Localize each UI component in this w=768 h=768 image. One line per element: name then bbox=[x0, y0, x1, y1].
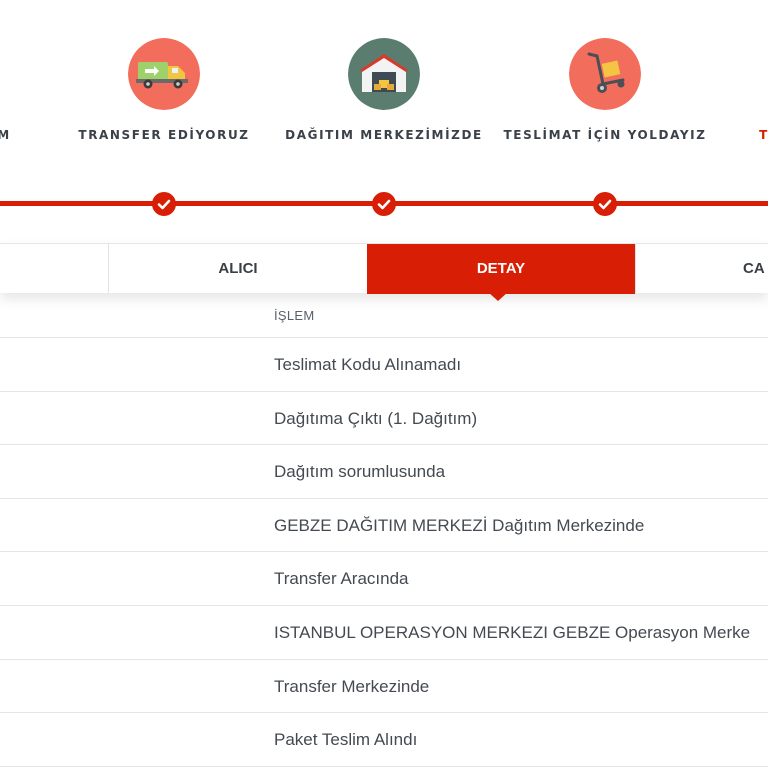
tab-detay[interactable]: DETAY bbox=[367, 244, 635, 294]
table-row: Paket Teslim Alındı bbox=[0, 713, 768, 767]
row-text: Transfer Merkezinde bbox=[274, 676, 430, 696]
row-text: Teslimat Kodu Alınamadı bbox=[274, 355, 462, 374]
warehouse-icon bbox=[348, 38, 420, 110]
truck-icon bbox=[128, 38, 200, 110]
step-label-3: TESLİMAT İÇİN YOLDAYIZ bbox=[503, 128, 707, 142]
step-label-0: M bbox=[0, 128, 11, 142]
tracking-history-table: İŞLEM Teslimat Kodu Alınamadı Dağıtıma Ç… bbox=[0, 293, 768, 767]
step-label-1: TRANSFER EDİYORUZ bbox=[78, 128, 250, 142]
table-header: İŞLEM bbox=[0, 293, 768, 338]
table-row: Dağıtıma Çıktı (1. Dağıtım) bbox=[0, 392, 768, 446]
table-row: Transfer Aracında bbox=[0, 552, 768, 606]
row-text: ISTANBUL OPERASYON MERKEZI GEBZE Operasy… bbox=[274, 622, 751, 642]
tracking-steps: M TRANSFER EDİYORUZ DAĞITIM MERKEZİMİZDE bbox=[0, 0, 768, 240]
row-text: Dağıtım sorumlusunda bbox=[274, 462, 446, 482]
row-text: Dağıtıma Çıktı (1. Dağıtım) bbox=[274, 408, 478, 428]
row-text: GEBZE DAĞITIM MERKEZİ Dağıtım Merkezinde bbox=[274, 515, 645, 535]
detail-tabs: ALICI DETAY CA bbox=[0, 243, 768, 294]
step-label-4: T bbox=[759, 128, 768, 142]
row-text: Transfer Aracında bbox=[274, 569, 409, 589]
column-header-islem: İŞLEM bbox=[274, 308, 315, 323]
table-row: GEBZE DAĞITIM MERKEZİ Dağıtım Merkezinde bbox=[0, 499, 768, 553]
check-icon bbox=[372, 192, 396, 216]
table-row: Dağıtım sorumlusunda bbox=[0, 445, 768, 499]
table-row: Teslimat Kodu Alınamadı bbox=[0, 338, 768, 392]
table-row: ISTANBUL OPERASYON MERKEZI GEBZE Operasy… bbox=[0, 606, 768, 660]
tab-partial-left[interactable] bbox=[0, 244, 108, 293]
step-label-2: DAĞITIM MERKEZİMİZDE bbox=[285, 128, 483, 142]
check-icon bbox=[593, 192, 617, 216]
row-text: Paket Teslim Alındı bbox=[274, 730, 418, 750]
tab-partial-right[interactable]: CA bbox=[635, 244, 768, 293]
hand-truck-icon bbox=[569, 38, 641, 110]
table-row: Transfer Merkezinde bbox=[0, 660, 768, 714]
check-icon bbox=[152, 192, 176, 216]
tab-alici[interactable]: ALICI bbox=[108, 244, 367, 293]
